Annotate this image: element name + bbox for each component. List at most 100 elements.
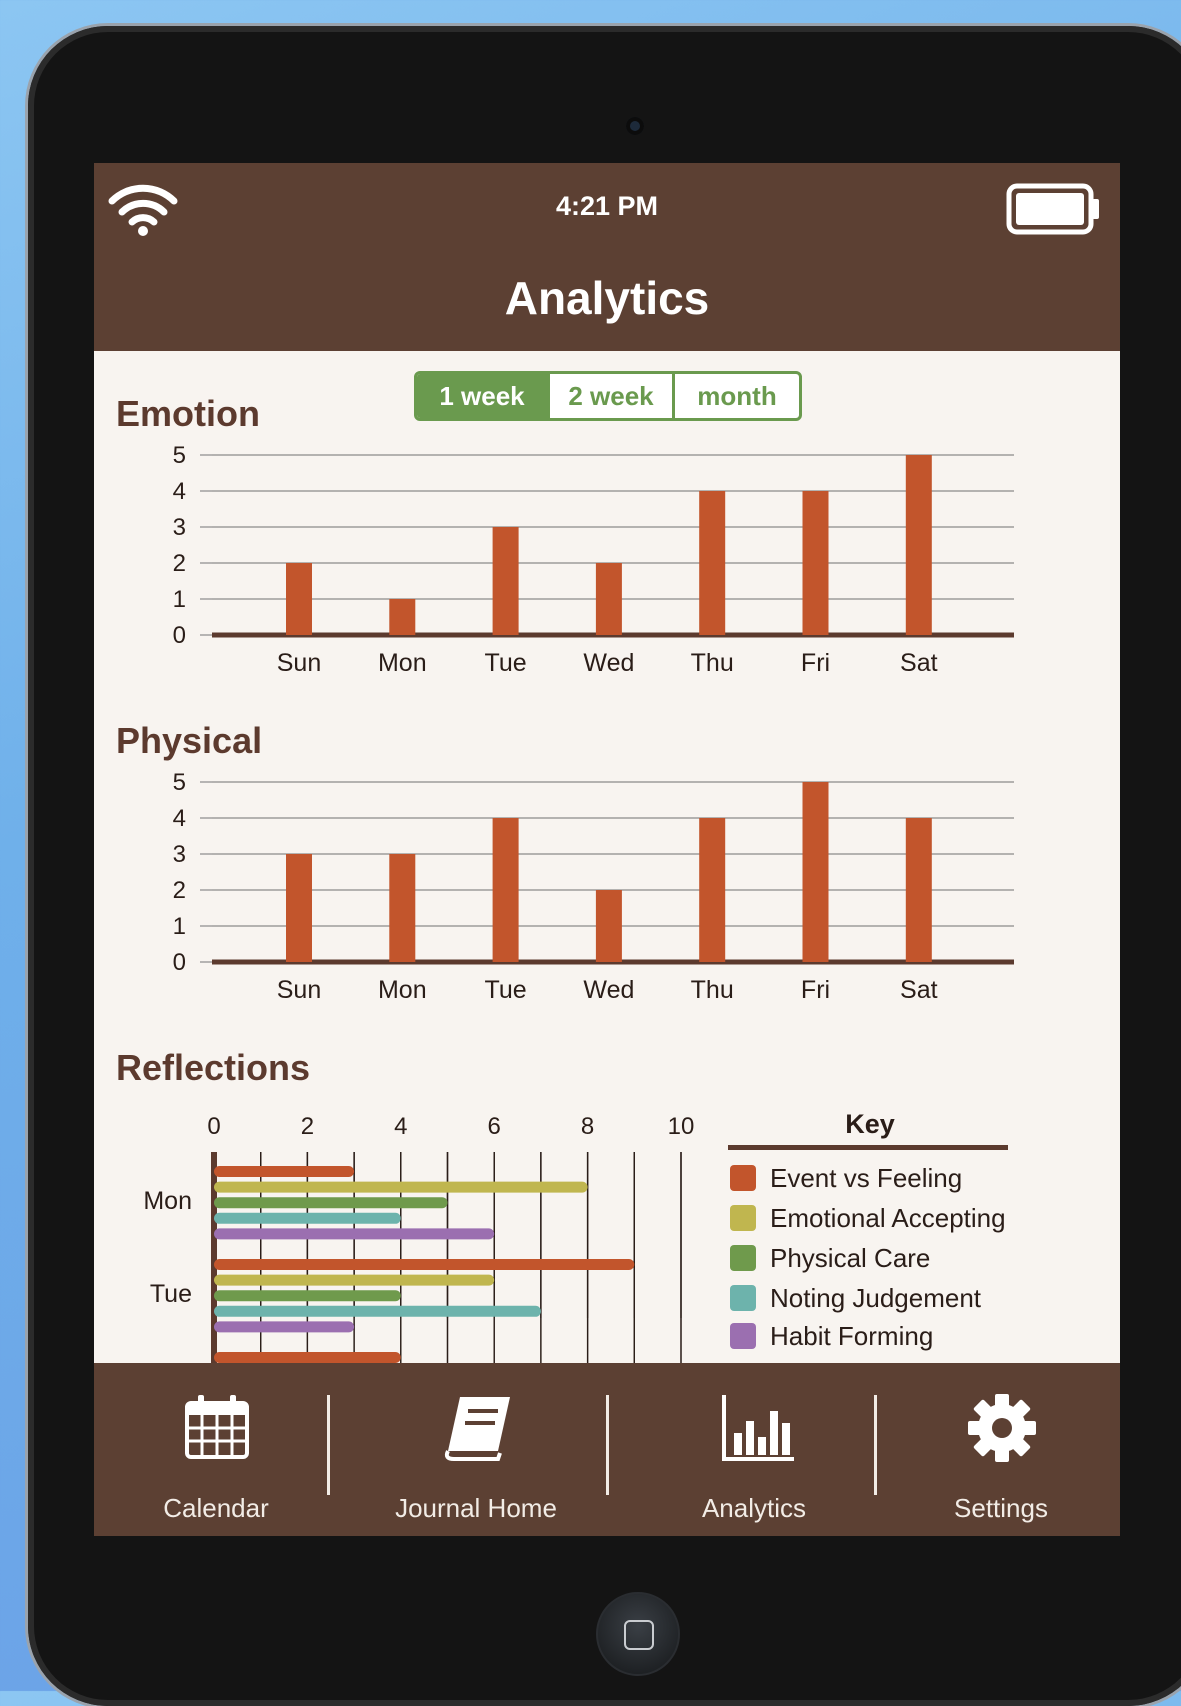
legend-label: Noting Judgement (770, 1282, 982, 1313)
legend-swatch (730, 1323, 756, 1349)
legend-item: Emotional Accepting (730, 1203, 1006, 1233)
y-tick-label: 5 (173, 770, 186, 796)
book-icon (444, 1397, 510, 1461)
status-time: 4:21 PM (555, 191, 659, 221)
legend-item: Habit Forming (730, 1321, 933, 1351)
tab-analytics[interactable]: Analytics (634, 1363, 874, 1536)
physical-chart: 0 1 2 3 4 5 Sun Mon Tue Wed Thu Fri Sat (173, 770, 1014, 1004)
bar-chart-icon (722, 1395, 794, 1461)
bar (286, 563, 312, 635)
emotion-title: Emotion (116, 393, 260, 434)
x-tick-label: Sat (900, 976, 938, 1004)
range-tab-2-week[interactable]: 2 week (547, 374, 675, 418)
bar (214, 1197, 448, 1209)
y-tick-label: 3 (173, 514, 186, 541)
y-tick-label: 1 (173, 913, 186, 940)
x-tick-label: 2 (301, 1113, 314, 1140)
tab-label: Calendar (163, 1493, 269, 1523)
tab-settings[interactable]: Settings (906, 1363, 1096, 1536)
x-tick-label: Thu (691, 649, 734, 677)
battery-icon (1006, 183, 1099, 235)
bar-partial (214, 1352, 401, 1363)
bar (389, 599, 416, 635)
x-tick-label: Thu (691, 976, 734, 1004)
app-screen: 4:21 PM Analytics 1 week 2 week month Em… (94, 163, 1120, 1536)
y-tick-label: 0 (173, 949, 186, 976)
bar (699, 818, 726, 962)
x-tick-label: Wed (583, 649, 634, 677)
physical-title: Physical (116, 720, 263, 761)
reflections-title: Reflections (116, 1047, 311, 1088)
tab-divider (874, 1395, 877, 1495)
y-tick-label: 2 (173, 877, 186, 904)
bar (905, 818, 932, 962)
y-tick-label: 1 (173, 586, 186, 613)
legend-swatch (730, 1245, 756, 1271)
bar (595, 563, 622, 635)
y-tick-label: 4 (173, 478, 186, 505)
bar (595, 890, 622, 962)
y-tick-label: 3 (173, 841, 186, 868)
legend-divider (728, 1145, 1008, 1150)
x-tick-label: Tue (485, 976, 527, 1004)
legend-item: Event vs Feeling (730, 1163, 962, 1193)
bar (802, 491, 829, 635)
tab-calendar[interactable]: Calendar (124, 1363, 308, 1536)
x-tick-label: Fri (801, 976, 830, 1004)
bottom-tab-bar: Calendar Journal Home Analytics Settings (94, 1363, 1120, 1536)
y-tick-label: 0 (173, 622, 186, 649)
legend-swatch (730, 1205, 756, 1231)
legend-swatch (730, 1165, 756, 1191)
tab-label: Journal Home (395, 1493, 557, 1523)
bar (492, 818, 519, 962)
bar (214, 1274, 495, 1286)
y-tick-label: 5 (173, 443, 186, 469)
bar (905, 455, 932, 635)
bar (214, 1228, 495, 1240)
x-tick-label: Sun (277, 649, 321, 677)
x-tick-label: Wed (583, 976, 634, 1004)
legend-item: Noting Judgement (730, 1283, 981, 1313)
bar (286, 854, 312, 962)
y-tick-label: Tue (150, 1280, 192, 1308)
x-tick-label: 8 (581, 1113, 594, 1140)
range-tab-month[interactable]: month (675, 374, 799, 418)
range-segmented-control: 1 week 2 week month (414, 371, 802, 421)
y-tick-label: 4 (173, 805, 186, 832)
bar (389, 854, 416, 962)
bar (214, 1166, 355, 1177)
calendar-icon (185, 1395, 249, 1459)
x-tick-label: Sat (900, 649, 938, 677)
x-tick-label: Sun (277, 976, 321, 1004)
page-title: Analytics (504, 272, 710, 324)
bar (214, 1321, 355, 1333)
legend-label: Emotional Accepting (770, 1202, 1006, 1233)
tab-divider (606, 1395, 609, 1495)
home-button[interactable] (596, 1592, 680, 1676)
bar (214, 1212, 401, 1224)
x-tick-label: 10 (668, 1113, 695, 1140)
bar (214, 1259, 635, 1270)
legend-item: Physical Care (730, 1243, 930, 1273)
legend-label: Event vs Feeling (770, 1162, 963, 1193)
reflections-chart: 0 2 4 6 8 10 Mon Tue (143, 1113, 695, 1368)
x-tick-label: 6 (488, 1113, 501, 1140)
y-tick-label: 2 (173, 550, 186, 577)
range-tab-1-week[interactable]: 1 week (417, 374, 547, 418)
tab-divider (327, 1395, 330, 1495)
x-tick-label: 0 (207, 1113, 220, 1140)
bar (214, 1181, 588, 1193)
bar (492, 527, 519, 635)
tab-label: Analytics (701, 1493, 807, 1523)
x-tick-label: Mon (378, 976, 427, 1004)
header-bar: 4:21 PM Analytics (94, 163, 1120, 351)
legend-label: Habit Forming (770, 1320, 934, 1351)
bar (802, 782, 829, 962)
gear-icon (968, 1394, 1036, 1462)
tab-journal-home[interactable]: Journal Home (356, 1363, 596, 1536)
legend-label: Physical Care (770, 1242, 931, 1273)
bar (214, 1290, 401, 1302)
tab-label: Settings (954, 1493, 1048, 1523)
legend-swatch (730, 1285, 756, 1311)
front-camera (626, 117, 644, 135)
